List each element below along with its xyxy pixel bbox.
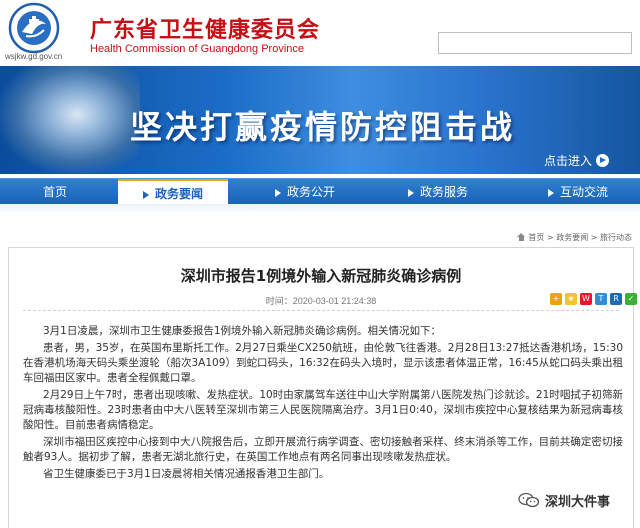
nav-item-label: 政务服务 (420, 185, 469, 199)
site-title[interactable]: 广东省卫生健康委员会 (90, 12, 320, 44)
breadcrumb-separator: > (588, 233, 600, 242)
article-title: 深圳市报告1例境外输入新冠肺炎确诊病例 (180, 267, 462, 285)
nav-item-government-service[interactable]: 政务服务 (408, 179, 468, 205)
health-commission-logo[interactable] (8, 2, 60, 54)
arrow-right-icon (548, 188, 554, 197)
breadcrumb-travel[interactable]: 旅行动态 (600, 233, 632, 242)
site-header: wsjkw.gd.gov.cn 广东省卫生健康委员会 Health Commis… (0, 0, 640, 66)
arrow-right-icon (275, 188, 281, 197)
weibo-icon[interactable]: W (580, 293, 592, 305)
site-url: wsjkw.gd.gov.cn (5, 52, 63, 61)
nav-item-label: 首页 (42, 185, 67, 199)
site-title-english: Health Commission of Guangdong Province (90, 43, 305, 55)
article-paragraph: 省卫生健康委已于3月1日凌晨将相关情况通报香港卫生部门。 (43, 468, 330, 480)
arrow-right-icon (408, 188, 414, 197)
article-panel: 深圳市报告1例境外输入新冠肺炎确诊病例 时间：2020-03-01 21:24:… (8, 247, 637, 528)
share-toolbar: + ★ W T R ✓ (550, 293, 637, 305)
article-paragraph: 3月1日凌晨，深圳市卫生健康委报告1例境外输入新冠肺炎确诊病例。相关情况如下： (43, 325, 442, 337)
article-paragraph: 深圳市福田区疾控中心接到中大八院报告后，立即开展流行病学调查、密切接触者采样、终… (23, 436, 623, 463)
nav-item-government-news[interactable]: 政务要闻 (118, 179, 228, 205)
wechat-watermark: 深圳大件事 (516, 490, 613, 510)
breadcrumb-news[interactable]: 政务要闻 (556, 233, 588, 242)
nav-shadow (0, 204, 640, 214)
arrow-right-icon (142, 190, 149, 199)
add-share-icon[interactable]: + (550, 293, 562, 305)
title-divider (23, 310, 619, 311)
qzone-icon[interactable]: ★ (565, 293, 577, 305)
nav-item-interaction[interactable]: 互动交流 (548, 179, 608, 205)
search-input[interactable] (439, 35, 631, 55)
nav-item-label: 政务公开 (287, 185, 336, 199)
nav-item-label: 政务要闻 (154, 187, 203, 201)
nav-item-government-affairs[interactable]: 政务公开 (275, 179, 335, 205)
main-nav: 首页 政务要闻 政务公开 政务服务 互动交流 (0, 178, 640, 205)
wechat-icon (518, 492, 540, 508)
nav-item-home[interactable]: 首页 (0, 179, 110, 205)
search-box (438, 32, 632, 55)
wechat-share-icon[interactable]: ✓ (625, 293, 637, 305)
article-body: 3月1日凌晨，深圳市卫生健康委报告1例境外输入新冠肺炎确诊病例。相关情况如下： … (23, 324, 623, 484)
play-arrow-icon (596, 154, 610, 167)
medical-worker-image (0, 66, 140, 174)
renren-icon[interactable]: R (610, 293, 622, 305)
article-paragraph: 2月29日上午7时，患者出现咳嗽、发热症状。10时由家属驾车送往中山大学附属第八… (23, 389, 623, 431)
breadcrumb-home[interactable]: 首页 (528, 233, 544, 242)
publish-time: 时间：2020-03-01 21:24:38 (265, 296, 377, 306)
tencent-weibo-icon[interactable]: T (595, 293, 607, 305)
nav-item-label: 互动交流 (560, 185, 609, 199)
banner-enter-label: 点击进入 (544, 154, 593, 168)
banner-slogan: 坚决打赢疫情防控阻击战 (130, 108, 516, 146)
watermark-text: 深圳大件事 (545, 494, 611, 510)
home-icon (517, 233, 526, 241)
breadcrumb-separator: > (544, 233, 557, 242)
breadcrumb: 首页 > 政务要闻 > 旅行动态 (0, 232, 632, 243)
article-paragraph: 患者，男，35岁，在英国布里斯托工作。2月27日乘坐CX250航班，由伦敦飞往香… (23, 342, 623, 384)
